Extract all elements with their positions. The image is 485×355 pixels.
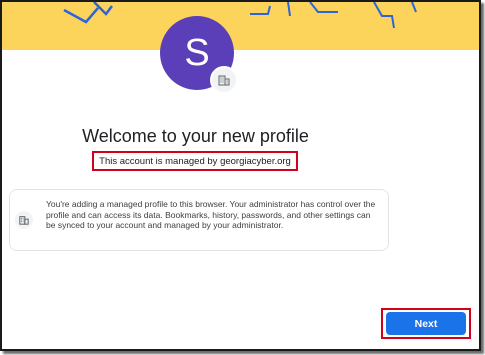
building-icon xyxy=(218,75,230,86)
managed-by-highlight: This account is managed by georgiacyber.… xyxy=(92,151,298,171)
dialog-window: S Welcome to your new profile This accou… xyxy=(0,0,481,351)
next-button-highlight: Next xyxy=(381,308,471,339)
info-card-text: You're adding a managed profile to this … xyxy=(46,199,376,230)
managed-by-text: This account is managed by georgiacyber.… xyxy=(99,155,291,167)
next-button[interactable]: Next xyxy=(386,312,466,335)
header-banner xyxy=(2,2,479,50)
info-card-icon-wrap xyxy=(15,211,33,229)
building-icon xyxy=(19,216,29,225)
banner-illustration xyxy=(63,2,417,29)
page-title: Welcome to your new profile xyxy=(82,126,309,146)
avatar-initial: S xyxy=(184,31,210,74)
managed-profile-info-card: You're adding a managed profile to this … xyxy=(9,189,389,251)
managed-badge xyxy=(210,66,238,94)
